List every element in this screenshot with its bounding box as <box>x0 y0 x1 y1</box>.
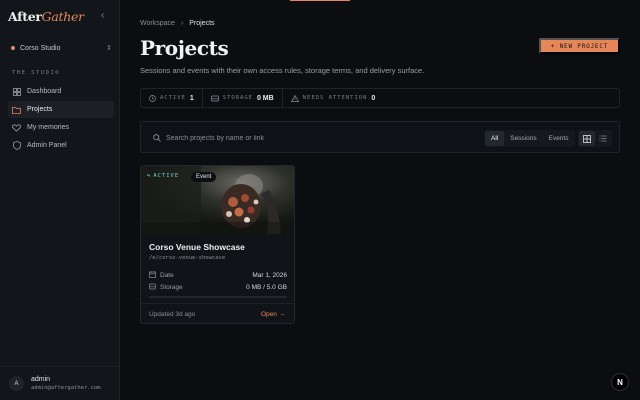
list-view-icon[interactable] <box>595 131 611 146</box>
sidebar-nav: Dashboard Projects My memories Admin Pan… <box>8 83 114 155</box>
project-card-footer: Updated 3d ago Open → <box>141 303 294 323</box>
section-label: THE STUDIO <box>12 70 61 76</box>
avatar: A <box>9 376 24 391</box>
sidebar-item-dashboard[interactable]: Dashboard <box>8 83 114 100</box>
grid-view-icon[interactable] <box>579 131 595 146</box>
date-label: Date <box>160 272 174 279</box>
drive-icon <box>210 89 219 107</box>
grid-icon <box>12 87 21 96</box>
studio-switcher[interactable]: Corso Studio ⇕ <box>8 40 112 56</box>
status-badge: ⇋ ACTIVE <box>147 173 179 179</box>
chevron-up-down-icon: ⇕ <box>106 45 112 52</box>
open-project-link[interactable]: Open → <box>261 311 285 318</box>
brand-name-part2: Gather <box>41 9 84 24</box>
stat-label: ACTIVE <box>160 95 186 101</box>
storage-label: Storage <box>160 284 183 291</box>
calendar-icon <box>149 271 160 280</box>
stat-value: 1 <box>189 94 194 102</box>
warning-icon <box>290 89 299 107</box>
project-cover-image: ⇋ ACTIVE Event <box>141 166 294 234</box>
status-label: ACTIVE <box>153 173 180 179</box>
signal-icon: ⇋ <box>147 173 152 179</box>
stat-label: STORAGE <box>222 95 253 101</box>
sidebar-item-label: Projects <box>27 106 53 113</box>
filter-bar: All Sessions Events <box>140 121 620 153</box>
project-storage-row: Storage 0 MB / 5.0 GB <box>149 283 287 292</box>
stat-value: 0 MB <box>256 94 274 102</box>
drive-icon <box>149 283 160 292</box>
stat-storage: STORAGE 0 MB <box>203 88 283 108</box>
project-date-row: Date Mar 1, 2026 <box>149 271 287 280</box>
sidebar-item-label: Dashboard <box>27 88 62 95</box>
studio-name: Corso Studio <box>20 44 61 52</box>
storage-progress-bar <box>149 296 287 298</box>
shield-icon <box>12 141 21 150</box>
search-box[interactable] <box>147 128 479 148</box>
sidebar-item-label: Admin Panel <box>27 142 67 149</box>
type-badge: Event <box>191 172 217 182</box>
page-subtitle: Sessions and events with their own acces… <box>140 66 425 75</box>
search-icon <box>153 129 161 147</box>
stat-value: 0 <box>371 94 376 102</box>
top-progress-line <box>290 0 350 1</box>
stat-needs-attention: NEEDS ATTENTION 0 <box>283 88 384 108</box>
sidebar-item-admin-panel[interactable]: Admin Panel <box>8 137 114 154</box>
brand-logo[interactable]: AfterGather <box>8 9 84 24</box>
studio-dot-icon <box>11 46 15 50</box>
page-title: Projects <box>140 36 229 60</box>
sidebar-item-my-memories[interactable]: My memories <box>8 119 114 136</box>
folder-icon <box>12 105 21 114</box>
stat-active: ACTIVE 1 <box>141 88 203 108</box>
user-menu[interactable]: A admin admin@aftergather.com <box>0 366 120 400</box>
date-value: Mar 1, 2026 <box>252 272 287 279</box>
stat-label: NEEDS ATTENTION <box>302 95 368 101</box>
chevron-right-icon: › <box>180 20 184 27</box>
clock-icon <box>149 89 156 107</box>
updated-text: Updated 3d ago <box>149 311 196 318</box>
user-email: admin@aftergather.com <box>31 385 101 391</box>
filter-all[interactable]: All <box>485 131 505 146</box>
chevron-left-icon[interactable]: ‹ <box>101 10 104 21</box>
project-type-filter: All Sessions Events <box>484 130 576 147</box>
sidebar-item-label: My memories <box>27 124 70 131</box>
sidebar-item-projects[interactable]: Projects <box>8 101 114 118</box>
heart-icon <box>12 123 21 132</box>
project-link: /e/corso-venue-showcase <box>149 255 226 261</box>
brand-name-part1: After <box>8 9 42 24</box>
view-toggle <box>578 130 612 147</box>
breadcrumb-workspace[interactable]: Workspace <box>140 20 175 27</box>
storage-value: 0 MB / 5.0 GB <box>246 284 287 291</box>
filter-sessions[interactable]: Sessions <box>504 131 542 146</box>
project-title: Corso Venue Showcase <box>149 242 245 252</box>
project-card[interactable]: ⇋ ACTIVE Event Corso Venue Showcase /e/c… <box>140 165 295 324</box>
user-info: admin admin@aftergather.com <box>31 376 111 391</box>
dev-tools-badge[interactable]: N <box>611 373 629 391</box>
breadcrumb: Workspace › Projects <box>140 20 215 27</box>
sidebar: AfterGather ‹ Corso Studio ⇕ THE STUDIO … <box>0 0 120 400</box>
search-input[interactable] <box>166 134 466 142</box>
new-project-button[interactable]: + NEW PROJECT <box>539 38 620 54</box>
breadcrumb-current: Projects <box>189 20 215 27</box>
stats-bar: ACTIVE 1 STORAGE 0 MB NEEDS ATTENTION 0 <box>140 88 620 108</box>
filter-events[interactable]: Events <box>543 131 575 146</box>
user-name: admin <box>31 376 51 383</box>
